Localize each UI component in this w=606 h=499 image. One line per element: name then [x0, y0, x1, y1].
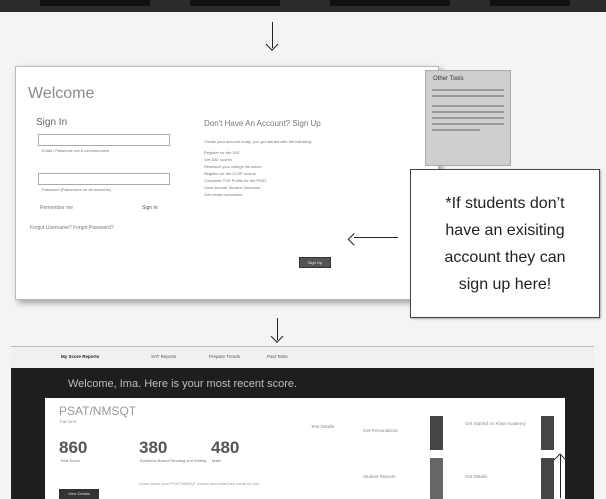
total-score: 860 — [59, 438, 88, 457]
dark-tile[interactable] — [541, 458, 554, 499]
erw-score-label: Evidence-Based Reading and Writing — [140, 458, 207, 463]
no-account-title: Don't Have An Account? Sign Up — [204, 119, 321, 128]
erw-score: 380 — [139, 438, 168, 457]
test-details-link[interactable]: Test Details — [311, 424, 334, 429]
test-name: PSAT/NMSQT — [59, 404, 137, 418]
list-item: Save favorite Student Searches — [204, 185, 261, 190]
welcome-heading: Welcome — [28, 85, 95, 102]
callout-line: *If students don’t — [445, 194, 565, 212]
sign-up-intro: Create your account today, you get start… — [204, 139, 312, 144]
forgot-links[interactable]: Forgot Username? Forgot Password? — [30, 225, 114, 231]
dark-tile[interactable] — [541, 416, 554, 450]
callout-line: have an exisiting — [445, 221, 565, 239]
score-card: PSAT/NMSQT Fall 2015 860 Total Score 380… — [45, 398, 565, 499]
dashboard-banner: Welcome, Ima. Here is your most recent s… — [11, 368, 594, 499]
password-field[interactable] — [38, 173, 170, 185]
list-item: Complete CSS Profile for the PSAT — [204, 178, 267, 183]
list-item: Register for the CLEP exams — [204, 171, 256, 176]
dark-tile[interactable] — [430, 458, 443, 499]
score-dashboard-screenshot: My Score Reports SAT Reports Prepare Tre… — [11, 346, 594, 499]
benefits-list: Register for the SAT Get SAT scores Rese… — [204, 149, 334, 198]
remember-me-checkbox[interactable]: Remember me — [40, 205, 73, 211]
dark-tile[interactable] — [430, 416, 443, 450]
list-item: Get emails scheduled — [204, 192, 243, 197]
total-score-label: Total Score — [60, 458, 81, 463]
email-hint: Email / Passcode not a commonname — [42, 148, 110, 153]
list-item: Register for the SAT — [204, 150, 240, 155]
sign-in-screenshot: Welcome Sign In Email / Passcode not a c… — [15, 66, 439, 300]
nav-tab[interactable]: SAT Reports — [151, 354, 176, 359]
annotation-callout: *If students don’t have an exisiting acc… — [410, 169, 600, 318]
test-date: Fall 2015 — [60, 419, 77, 424]
sign-up-button[interactable]: Sign Up — [299, 257, 331, 268]
username-field[interactable] — [38, 134, 170, 146]
callout-line: sign up here! — [458, 275, 552, 293]
callout-line: account they can — [444, 248, 566, 266]
cropped-top-strip — [0, 0, 606, 12]
other-tools-panel: Other Tools — [425, 70, 511, 166]
sign-in-button[interactable]: Sign In — [142, 205, 158, 211]
password-hint: Password (Passcodes for all accounts) — [42, 187, 111, 192]
top-nav: My Score Reports SAT Reports Prepare Tre… — [11, 347, 594, 367]
list-item: Get SAT scores — [204, 157, 232, 162]
khan-academy-link[interactable]: Get Started on Khan Academy — [465, 420, 535, 427]
other-tools-title: Other Tools — [433, 76, 464, 82]
dashboard-welcome: Welcome, Ima. Here is your most recent s… — [68, 378, 298, 390]
nav-tab[interactable]: Prepare Trends — [209, 354, 240, 359]
nav-tab[interactable]: My Score Reports — [61, 354, 99, 359]
sign-in-title: Sign In — [36, 117, 68, 128]
math-score: 480 — [211, 438, 240, 457]
details-link[interactable]: Get Details — [465, 474, 487, 479]
left-arrow-icon — [354, 237, 398, 238]
down-arrow-icon — [262, 20, 282, 51]
down-arrow-icon — [267, 318, 287, 343]
student-reports-link[interactable]: Student Reports — [363, 474, 396, 479]
score-description: Learn about your PSAT/NMSQT scores and w… — [139, 481, 261, 486]
list-item: Research your college list online — [204, 164, 262, 169]
math-score-label: Math — [212, 458, 221, 463]
nav-tab[interactable]: Past Tests — [267, 354, 288, 359]
personalized-link[interactable]: Get Personalized — [363, 428, 398, 433]
up-arrow-icon — [560, 455, 561, 498]
